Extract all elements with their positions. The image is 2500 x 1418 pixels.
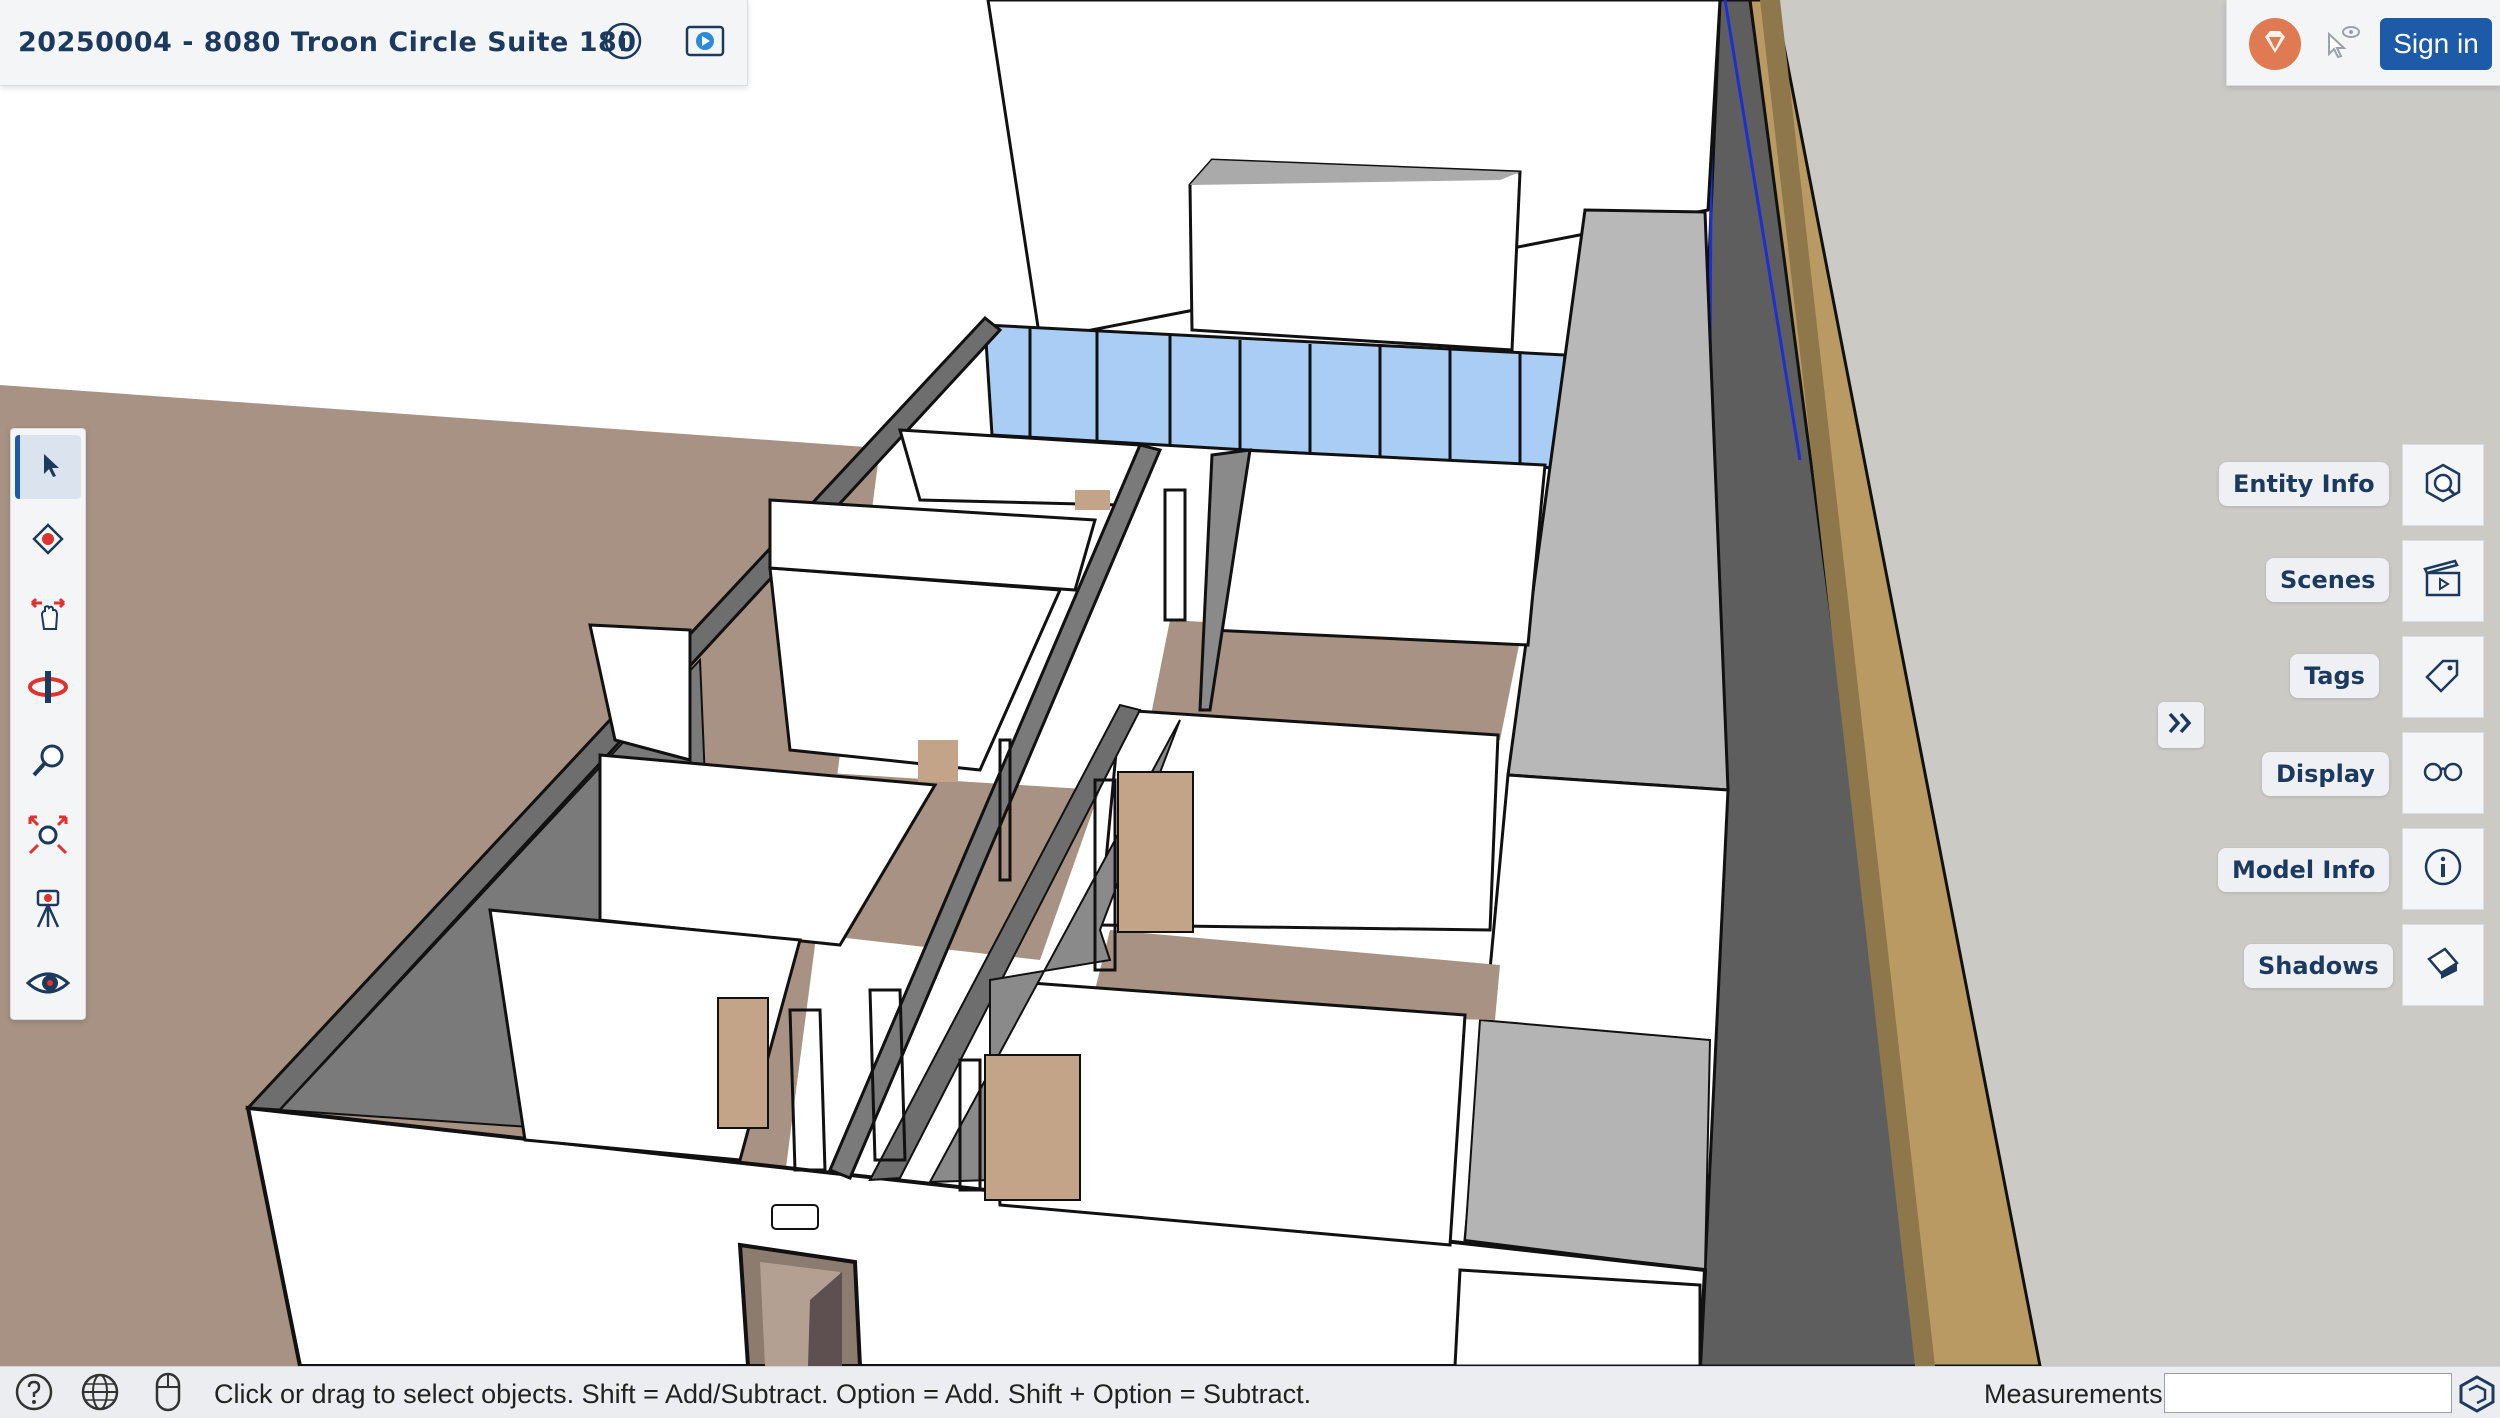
panel-label-scenes[interactable]: Scenes bbox=[2266, 558, 2390, 602]
play-presentation-icon bbox=[685, 21, 725, 66]
info-circle-icon bbox=[603, 21, 643, 66]
model-viewport[interactable] bbox=[0, 0, 2500, 1366]
mouse-settings-button[interactable] bbox=[146, 1371, 190, 1418]
panel-button-display[interactable] bbox=[2402, 732, 2484, 814]
glasses-icon bbox=[2421, 756, 2465, 791]
tools-toolbar bbox=[10, 428, 86, 1020]
zoom-magnifier-icon bbox=[28, 741, 68, 786]
eye-icon bbox=[25, 965, 71, 1006]
tag-icon bbox=[2421, 653, 2465, 702]
account-panel: Sign in bbox=[2226, 0, 2500, 86]
panel-label-model-info[interactable]: Model Info bbox=[2218, 848, 2390, 892]
panel-button-entity-info[interactable] bbox=[2402, 444, 2484, 526]
mouse-icon bbox=[153, 1371, 183, 1418]
cursor-eye-icon bbox=[2323, 26, 2363, 66]
model-title-panel: 20250004 - 8080 Troon Circle Suite 180 bbox=[0, 0, 748, 86]
zoom-extents-icon bbox=[26, 813, 70, 862]
panel-label-shadows[interactable]: Shadows bbox=[2244, 944, 2393, 988]
info-circle-icon bbox=[2421, 845, 2465, 894]
clapperboard-icon bbox=[2421, 557, 2465, 606]
shadows-icon bbox=[2421, 941, 2465, 990]
camera-tripod-icon bbox=[28, 887, 68, 936]
gem-badge-icon bbox=[2260, 27, 2290, 62]
expand-panels-button[interactable] bbox=[2158, 702, 2204, 748]
pan-hand-icon bbox=[28, 593, 68, 638]
present-button[interactable] bbox=[684, 22, 726, 64]
pan-tool-button[interactable] bbox=[15, 583, 81, 647]
profile-badge[interactable] bbox=[2249, 18, 2301, 70]
panel-button-model-info[interactable] bbox=[2402, 828, 2484, 910]
paint-tool-button[interactable] bbox=[15, 509, 81, 573]
status-bar: Click or drag to select objects. Shift =… bbox=[0, 1366, 2500, 1418]
orbit-icon bbox=[26, 667, 70, 712]
model-info-button[interactable] bbox=[602, 22, 644, 64]
select-tool-button[interactable] bbox=[15, 435, 81, 499]
status-hint-text: Click or drag to select objects. Shift =… bbox=[214, 1379, 1312, 1409]
sketchup-logo-icon bbox=[2458, 1375, 2496, 1417]
position-camera-tool-button[interactable] bbox=[15, 879, 81, 943]
zoom-tool-button[interactable] bbox=[15, 731, 81, 795]
entity-info-icon bbox=[2421, 461, 2465, 510]
panel-label-entity-info[interactable]: Entity Info bbox=[2219, 462, 2389, 506]
sketchup-logo bbox=[2458, 1375, 2496, 1413]
visibility-toggle[interactable] bbox=[2323, 22, 2363, 62]
look-around-tool-button[interactable] bbox=[15, 953, 81, 1017]
model-title: 20250004 - 8080 Troon Circle Suite 180 bbox=[18, 27, 637, 58]
paint-bucket-icon bbox=[28, 519, 68, 564]
measurements-label: Measurements bbox=[1984, 1379, 2163, 1409]
help-icon bbox=[14, 1372, 54, 1417]
panel-button-shadows[interactable] bbox=[2402, 924, 2484, 1006]
panel-label-display[interactable]: Display bbox=[2262, 752, 2389, 796]
measurements-input[interactable] bbox=[2164, 1373, 2452, 1413]
sign-in-button[interactable]: Sign in bbox=[2380, 18, 2492, 70]
geo-location-button[interactable] bbox=[78, 1373, 122, 1415]
panel-button-scenes[interactable] bbox=[2402, 540, 2484, 622]
orbit-tool-button[interactable] bbox=[15, 657, 81, 721]
panel-label-tags[interactable]: Tags bbox=[2290, 654, 2379, 698]
double-chevron-right-icon bbox=[2166, 710, 2196, 741]
help-button[interactable] bbox=[12, 1373, 56, 1415]
globe-icon bbox=[80, 1372, 120, 1417]
zoom-extents-tool-button[interactable] bbox=[15, 805, 81, 869]
panel-button-tags[interactable] bbox=[2402, 636, 2484, 718]
select-arrow-icon bbox=[36, 450, 66, 485]
